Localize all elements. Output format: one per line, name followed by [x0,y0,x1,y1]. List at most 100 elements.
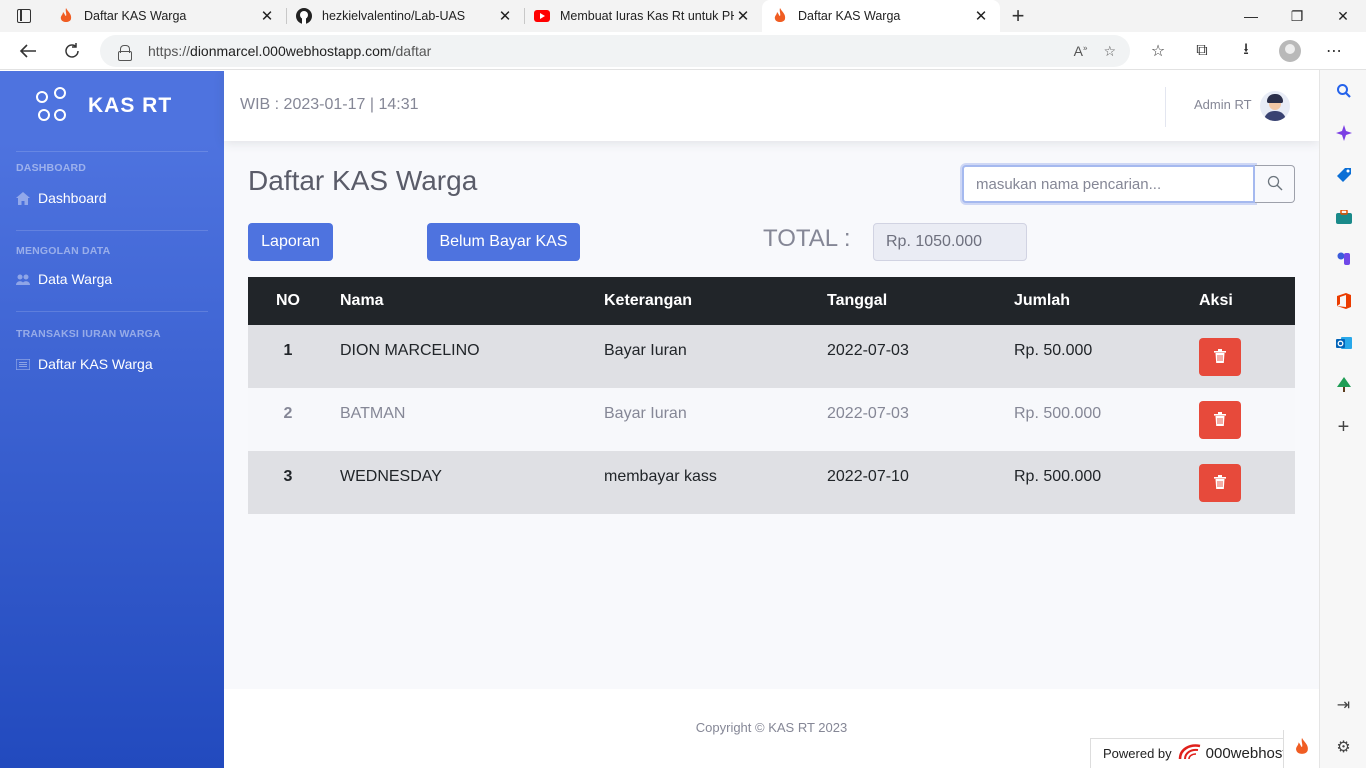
read-aloud-icon[interactable]: A» [1074,43,1088,59]
favorites-icon[interactable]: ☆ [1136,32,1180,70]
fire-icon [1294,737,1310,762]
search-sidebar-icon[interactable] [1320,70,1366,112]
search-button[interactable] [1255,165,1295,203]
profile-avatar[interactable] [1268,32,1312,70]
edge-sidebar: + ⇥ ⚙ [1319,70,1366,768]
home-icon [16,191,30,205]
column-header-no: NO [248,277,328,325]
tab-close-icon[interactable]: ✕ [496,7,514,25]
new-tab-button[interactable]: + [1000,0,1036,32]
brand-logo-icon [36,87,74,125]
browser-tab-1[interactable]: Daftar KAS Warga ✕ [48,0,286,32]
table-row: 1 DION MARCELINO Bayar Iuran 2022-07-03 … [248,325,1295,388]
page-viewport: KAS RT DASHBOARD Dashboard MENGOLAN DATA… [0,71,1319,768]
cell-aksi [1187,388,1295,451]
tab-actions-button[interactable] [0,0,48,32]
tab-actions-icon [17,9,31,23]
shopping-tag-icon[interactable] [1320,154,1366,196]
tools-briefcase-icon[interactable] [1320,196,1366,238]
delete-button[interactable] [1199,464,1241,502]
browser-tab-2[interactable]: hezkielvalentino/Lab-UAS ✕ [286,0,524,32]
tab-title: Daftar KAS Warga [84,9,187,23]
close-window-icon[interactable]: ✕ [1320,0,1366,32]
page-title: Daftar KAS Warga [248,165,478,196]
belum-bayar-kas-button[interactable]: Belum Bayar KAS [427,223,580,261]
kas-table: NO Nama Keterangan Tanggal Jumlah Aksi 1… [248,277,1295,514]
refresh-icon[interactable] [52,32,92,70]
delete-button[interactable] [1199,401,1241,439]
cell-keterangan: membayar kass [592,451,815,514]
minimize-icon[interactable]: — [1228,0,1274,32]
add-sidebar-app-icon[interactable]: + [1320,406,1366,448]
browser-tab-4-active[interactable]: Daftar KAS Warga ✕ [762,0,1000,32]
total-value: Rp. 1050.000 [873,223,1027,261]
brand[interactable]: KAS RT [0,71,224,141]
sidebar-item-label: Data Warga [38,271,113,287]
cell-keterangan: Bayar Iuran [592,388,815,451]
000webhost-logo-icon [1178,743,1202,765]
cell-jumlah: Rp. 50.000 [1002,325,1187,388]
footer: Copyright © KAS RT 2023 Powered by 000we… [224,689,1319,768]
list-icon [16,358,30,371]
tab-title: hezkielvalentino/Lab-UAS [322,9,466,23]
topbar: WIB : 2023-01-17 | 14:31 Admin RT [224,71,1319,141]
browser-tab-3[interactable]: Membuat Iuras Kas Rt untuk PHP ✕ [524,0,762,32]
delete-button[interactable] [1199,338,1241,376]
cell-nama: DION MARCELINO [328,325,592,388]
cell-no: 3 [248,451,328,514]
tree-icon[interactable] [1320,364,1366,406]
restore-icon[interactable]: ❐ [1274,0,1320,32]
trash-icon [1214,348,1226,366]
datetime-display: WIB : 2023-01-17 | 14:31 [240,96,419,113]
sidebar-collapse-icon[interactable]: ⇥ [1320,684,1366,726]
fire-favicon-icon [58,8,74,24]
sidebar-item-label: Daftar KAS Warga [38,356,153,372]
downloads-icon[interactable]: ⭳ [1224,32,1268,70]
copilot-icon[interactable] [1320,112,1366,154]
tab-close-icon[interactable]: ✕ [258,7,276,25]
laporan-button[interactable]: Laporan [248,223,333,261]
app-sidebar: KAS RT DASHBOARD Dashboard MENGOLAN DATA… [0,71,224,768]
topbar-divider [1165,87,1166,127]
sidebar-item-daftar-kas-warga[interactable]: Daftar KAS Warga [0,346,224,382]
fire-favicon-icon [772,8,788,24]
browser-tab-bar: Daftar KAS Warga ✕ hezkielvalentino/Lab-… [0,0,1366,32]
column-header-jumlah: Jumlah [1002,277,1187,325]
host-brand: 000webhost [1205,745,1287,762]
address-bar[interactable]: https://dionmarcel.000webhostapp.com/daf… [100,35,1130,67]
sidebar-item-dashboard[interactable]: Dashboard [0,180,224,216]
cell-nama: BATMAN [328,388,592,451]
user-name[interactable]: Admin RT [1194,97,1252,112]
outlook-icon[interactable] [1320,322,1366,364]
search-icon [1267,175,1283,194]
cell-jumlah: Rp. 500.000 [1002,388,1187,451]
github-icon [296,8,312,24]
column-header-aksi: Aksi [1187,277,1295,325]
table-header-row: NO Nama Keterangan Tanggal Jumlah Aksi [248,277,1295,325]
more-menu-icon[interactable]: ⋯ [1312,32,1356,70]
tab-close-icon[interactable]: ✕ [972,7,990,25]
office-icon[interactable] [1320,280,1366,322]
sidebar-heading-transaksi: TRANSAKSI IURAN WARGA [16,328,161,340]
sidebar-item-data-warga[interactable]: Data Warga [0,261,224,297]
cell-nama: WEDNESDAY [328,451,592,514]
games-icon[interactable] [1320,238,1366,280]
column-header-tanggal: Tanggal [815,277,1002,325]
tab-close-icon[interactable]: ✕ [734,7,752,25]
back-arrow-icon[interactable] [8,32,48,70]
table-row: 2 BATMAN Bayar Iuran 2022-07-03 Rp. 500.… [248,388,1295,451]
sidebar-heading-mengolan-data: MENGOLAN DATA [16,245,111,257]
search-input[interactable] [962,165,1255,203]
add-favorite-icon[interactable]: ☆ [1103,43,1116,60]
main-content: Daftar KAS Warga Laporan Belum Bayar KAS… [224,141,1319,689]
browser-toolbar: https://dionmarcel.000webhostapp.com/daf… [0,32,1366,70]
cell-tanggal: 2022-07-10 [815,451,1002,514]
youtube-icon [534,8,550,24]
settings-gear-icon[interactable]: ⚙ [1320,726,1366,768]
user-avatar[interactable] [1260,91,1290,121]
cell-jumlah: Rp. 500.000 [1002,451,1187,514]
cell-tanggal: 2022-07-03 [815,388,1002,451]
collections-icon[interactable]: ⧉ [1180,32,1224,70]
lock-icon [118,44,132,61]
000webhost-flame-button[interactable] [1283,730,1319,768]
